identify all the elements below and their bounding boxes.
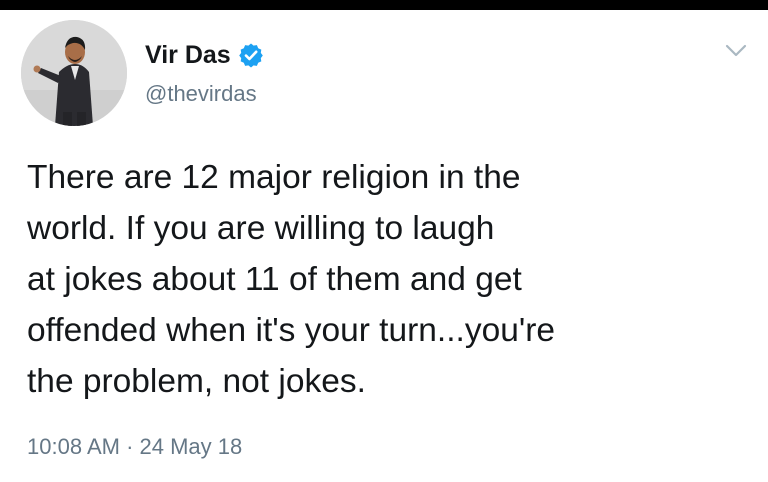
- tweet-text-line: at jokes about 11 of them and get: [27, 261, 522, 298]
- verified-badge-icon: [238, 42, 264, 68]
- tweet-text-line: There are 12 major religion in the: [27, 159, 521, 196]
- tweet-text-line: the problem, not jokes.: [27, 363, 366, 400]
- top-bar: [0, 0, 768, 10]
- author-display-name[interactable]: Vir Das: [145, 37, 231, 73]
- avatar[interactable]: [21, 20, 127, 126]
- tweet-timestamp[interactable]: 10:08 AM · 24 May 18: [27, 432, 242, 462]
- tweet-text: There are 12 major religion in the world…: [27, 152, 747, 407]
- profile-photo-icon: [21, 20, 127, 126]
- author-name-row[interactable]: Vir Das: [145, 37, 264, 73]
- tweet-text-line: offended when it's your turn...you're: [27, 312, 556, 349]
- tweet-text-line: world. If you are willing to laugh: [27, 210, 495, 247]
- author-handle[interactable]: @thevirdas: [145, 78, 257, 110]
- chevron-down-icon[interactable]: [722, 40, 750, 60]
